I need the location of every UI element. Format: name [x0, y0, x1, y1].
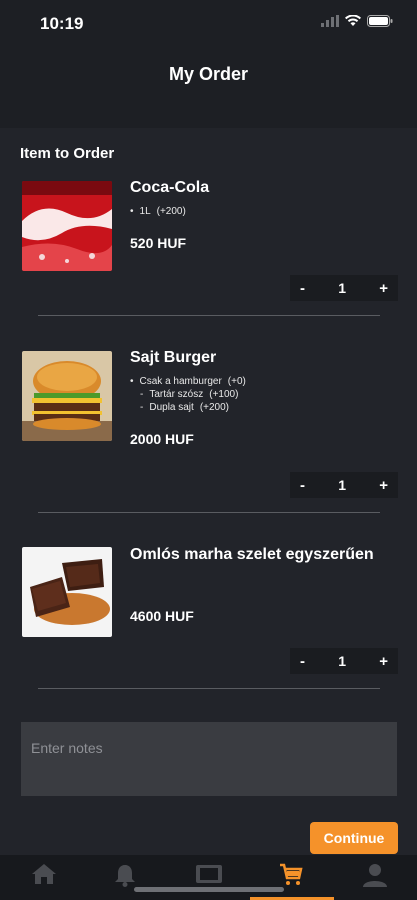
option-price: (+0) — [227, 376, 246, 387]
item-price: 2000 HUF — [130, 431, 194, 447]
item-image-coca-cola — [22, 181, 112, 271]
item-options: • Csak a hamburger (+0) - Tartár szósz (… — [130, 375, 246, 414]
signal-icon — [321, 15, 339, 27]
option-label: Dupla sajt — [149, 402, 194, 413]
option-bullet: • — [130, 376, 134, 387]
cart-icon — [280, 863, 303, 885]
option-label: Tartár szósz — [149, 389, 204, 400]
tab-bar — [0, 855, 417, 900]
divider — [38, 315, 380, 316]
quantity-stepper: - 1 + — [290, 648, 398, 674]
option-row: • Csak a hamburger (+0) — [130, 375, 246, 388]
page-title: My Order — [168, 64, 249, 84]
home-icon — [32, 864, 56, 884]
increase-button[interactable]: + — [379, 653, 388, 670]
item-name: Sajt Burger — [130, 349, 217, 366]
profile-icon — [363, 864, 387, 887]
item-image-beef — [22, 547, 112, 637]
item-name: Coca-Cola — [130, 179, 210, 196]
quantity-stepper: - 1 + — [290, 472, 398, 498]
wifi-icon — [345, 15, 361, 26]
divider — [38, 512, 380, 513]
app-header: My Order — [0, 48, 417, 128]
quantity-value: 1 — [338, 653, 347, 669]
option-bullet: - — [140, 389, 144, 400]
tab-profile[interactable] — [355, 863, 395, 893]
quantity-value: 1 — [338, 477, 347, 493]
item-name: Omlós marha szelet egyszerűen — [130, 546, 374, 563]
item-image-sajt-burger — [22, 351, 112, 441]
status-icons — [321, 15, 393, 27]
option-row: - Dupla sajt (+200) — [130, 401, 246, 414]
option-price: (+200) — [199, 402, 229, 413]
item-price: 4600 HUF — [130, 608, 194, 624]
tablet-icon — [196, 865, 222, 883]
quantity-value: 1 — [338, 280, 347, 296]
option-price: (+200) — [156, 206, 186, 217]
decrease-button[interactable]: - — [300, 653, 305, 670]
increase-button[interactable]: + — [379, 280, 388, 297]
tab-home[interactable] — [24, 863, 64, 893]
decrease-button[interactable]: - — [300, 280, 305, 297]
option-label: 1L — [139, 206, 151, 217]
notes-input[interactable] — [21, 722, 397, 796]
bell-icon — [115, 865, 135, 887]
status-time: 10:19 — [40, 14, 84, 33]
option-bullet: • — [130, 206, 134, 217]
option-row: • 1L (+200) — [130, 205, 186, 218]
option-price: (+100) — [209, 389, 239, 400]
continue-button[interactable]: Continue — [310, 822, 398, 854]
increase-button[interactable]: + — [379, 477, 388, 494]
section-title: Item to Order — [20, 145, 115, 162]
option-label: Csak a hamburger — [139, 376, 222, 387]
option-row: - Tartár szósz (+100) — [130, 388, 246, 401]
divider — [38, 688, 380, 689]
item-options: • 1L (+200) — [130, 205, 186, 218]
option-bullet: - — [140, 402, 144, 413]
decrease-button[interactable]: - — [300, 477, 305, 494]
quantity-stepper: - 1 + — [290, 275, 398, 301]
status-bar: 10:19 — [0, 0, 417, 48]
item-price: 520 HUF — [130, 235, 187, 251]
home-indicator — [134, 887, 284, 892]
battery-icon — [367, 15, 393, 27]
